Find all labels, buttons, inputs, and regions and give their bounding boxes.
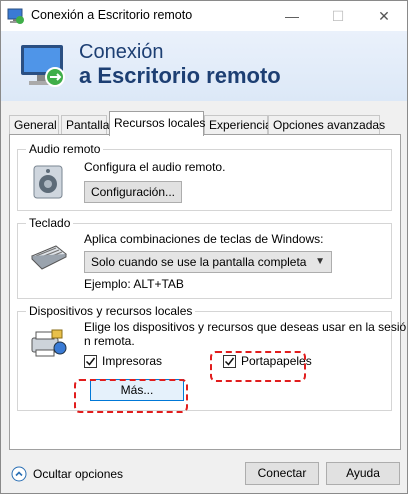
header-banner: Conexión a Escritorio remoto xyxy=(1,31,407,101)
devices-icon xyxy=(28,324,68,364)
banner-title-line2: a Escritorio remoto xyxy=(79,63,281,88)
more-button-highlight xyxy=(74,379,188,413)
printers-label: Impresoras xyxy=(102,354,163,368)
checkmark-icon xyxy=(85,357,96,366)
group-label-keyboard: Teclado xyxy=(26,216,74,230)
chevron-down-icon: ▼ xyxy=(315,256,325,267)
audio-settings-button[interactable]: Configuración... xyxy=(84,181,182,203)
keyboard-description: Aplica combinaciones de teclas de Window… xyxy=(84,232,324,246)
close-button[interactable]: ✕ xyxy=(361,1,407,31)
group-label-audio: Audio remoto xyxy=(26,142,104,156)
devices-description-line1: Elige los dispositivos y recursos que de… xyxy=(84,320,407,334)
keyboard-icon xyxy=(28,234,68,274)
group-label-devices: Dispositivos y recursos locales xyxy=(26,304,196,318)
tab-general[interactable]: General xyxy=(9,115,59,135)
devices-description-line2: n remota. xyxy=(84,334,135,348)
remote-desktop-icon xyxy=(7,7,25,25)
group-audio-remoto: Audio remoto Configura el audio remoto. … xyxy=(17,142,392,211)
tab-panel-recursos-locales: Audio remoto Configura el audio remoto. … xyxy=(9,134,406,450)
keyboard-example: Ejemplo: ALT+TAB xyxy=(84,277,184,291)
printers-checkbox[interactable] xyxy=(84,355,97,368)
title-bar: Conexión a Escritorio remoto — ☐ ✕ xyxy=(1,1,407,31)
help-button[interactable]: Ayuda xyxy=(326,462,400,485)
keyboard-select-value: Solo cuando se use la pantalla completa xyxy=(91,255,307,269)
minimize-button[interactable]: — xyxy=(269,1,315,31)
audio-description: Configura el audio remoto. xyxy=(84,160,226,174)
banner-title-line1: Conexión xyxy=(79,41,164,63)
keyboard-combination-select[interactable]: Solo cuando se use la pantalla completa … xyxy=(84,251,332,273)
rdp-window: Conexión a Escritorio remoto — ☐ ✕ Conex… xyxy=(0,0,408,494)
maximize-button[interactable]: ☐ xyxy=(315,1,361,31)
group-teclado: Teclado Aplica combinaciones de teclas d… xyxy=(17,216,392,299)
tab-recursos-locales[interactable]: Recursos locales xyxy=(109,111,205,136)
collapse-up-icon[interactable] xyxy=(11,466,27,482)
clipboard-highlight xyxy=(210,351,306,382)
tab-pantalla[interactable]: Pantalla xyxy=(61,115,109,135)
tab-experiencia[interactable]: Experiencia xyxy=(204,115,272,135)
hide-options-link[interactable]: Ocultar opciones xyxy=(33,467,123,481)
tab-opciones-avanzadas[interactable]: Opciones avanzadas xyxy=(268,115,385,135)
window-title: Conexión a Escritorio remoto xyxy=(31,8,193,22)
remote-desktop-monitor-icon xyxy=(15,39,71,95)
speaker-icon xyxy=(28,162,68,202)
connect-button[interactable]: Conectar xyxy=(245,462,319,485)
